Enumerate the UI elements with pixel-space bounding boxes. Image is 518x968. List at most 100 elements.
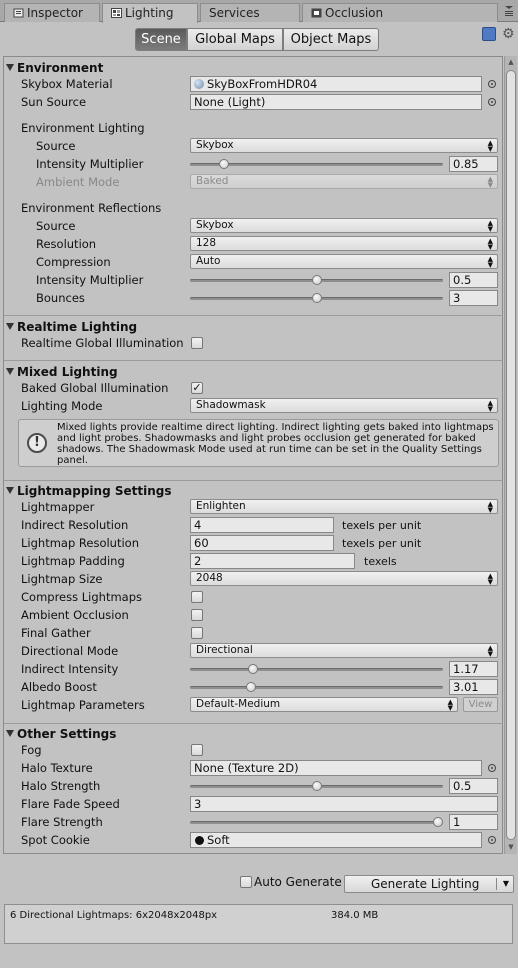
albedo-boost-slider-track[interactable]	[190, 686, 443, 689]
ambient-mode-dropdown: Baked ▲ ▼	[190, 174, 498, 189]
env-source-dropdown[interactable]: Skybox ▲ ▼	[190, 138, 498, 153]
mixed-lighting-section-header[interactable]: Mixed Lighting	[6, 365, 118, 379]
lightmap-parameters-dropdown[interactable]: Default-Medium ▲ ▼	[190, 697, 458, 712]
lighting-mode-dropdown[interactable]: Shadowmask ▲ ▼	[190, 398, 498, 413]
object-picker-icon[interactable]	[488, 80, 496, 88]
refl-intensity-field[interactable]: 0.5	[449, 272, 498, 288]
helpbox-text: Mixed lights provide realtime direct lig…	[57, 422, 494, 466]
refl-source-label: Source	[36, 219, 76, 233]
dropdown-arrows-icon: ▲ ▼	[487, 399, 493, 413]
object-picker-icon[interactable]	[488, 98, 496, 106]
section-divider	[4, 723, 503, 724]
object-picker-icon[interactable]	[488, 836, 496, 844]
tab-services[interactable]: Services	[200, 3, 300, 22]
tab-label: Lighting	[125, 6, 174, 20]
bounces-slider-thumb[interactable]	[311, 293, 322, 303]
foldout-arrow-icon	[6, 368, 14, 375]
flare-strength-label: Flare Strength	[21, 815, 103, 829]
halo-strength-field[interactable]: 0.5	[449, 778, 498, 794]
indirect-resolution-unit: texels per unit	[342, 519, 422, 532]
dropdown-arrows-icon: ▲ ▼	[487, 644, 493, 658]
dropdown-arrows-icon: ▲ ▼	[487, 219, 493, 233]
flare-strength-field[interactable]: 1	[449, 814, 498, 830]
dropdown-arrow-icon[interactable]: ▼	[503, 876, 509, 892]
scene-tab-button[interactable]: Scene	[135, 28, 187, 51]
indirect-intensity-field[interactable]: 1.17	[449, 661, 498, 677]
fog-checkbox[interactable]	[191, 744, 203, 756]
help-book-icon[interactable]	[482, 27, 496, 41]
lighting-mode-label: Lighting Mode	[21, 399, 103, 413]
dropdown-arrows-icon: ▲ ▼	[447, 698, 453, 712]
other-settings-section-header[interactable]: Other Settings	[6, 727, 116, 741]
object-maps-tab-button[interactable]: Object Maps	[283, 28, 379, 51]
menu-icon[interactable]	[504, 5, 514, 17]
tab-label: Services	[209, 6, 260, 20]
foldout-arrow-icon	[6, 64, 14, 71]
lightmap-padding-field[interactable]: 2	[190, 553, 355, 569]
lightmapper-label: Lightmapper	[21, 500, 95, 514]
flare-strength-slider-thumb[interactable]	[433, 817, 443, 827]
bounces-label: Bounces	[36, 291, 85, 305]
refl-intensity-slider-thumb[interactable]	[311, 275, 322, 285]
info-icon	[13, 8, 24, 18]
environment-section-header[interactable]: Environment	[6, 61, 103, 75]
scroll-up-icon[interactable]: ▲	[506, 58, 516, 66]
lightmapping-settings-section-header[interactable]: Lightmapping Settings	[6, 484, 171, 498]
object-picker-icon[interactable]	[488, 764, 496, 772]
lightmap-resolution-field[interactable]: 60	[190, 535, 334, 551]
flare-strength-slider-track[interactable]	[190, 821, 443, 824]
albedo-boost-field[interactable]: 3.01	[449, 679, 498, 695]
auto-generate-checkbox[interactable]	[240, 876, 252, 888]
bounces-field[interactable]: 3	[449, 290, 498, 306]
env-intensity-field[interactable]: 0.85	[449, 156, 498, 172]
scroll-down-icon[interactable]: ▼	[506, 843, 516, 851]
sun-source-field[interactable]: None (Light)	[190, 94, 482, 110]
dropdown-arrows-icon: ▲ ▼	[487, 237, 493, 251]
indirect-resolution-field[interactable]: 4	[190, 517, 334, 533]
env-intensity-label: Intensity Multiplier	[36, 157, 144, 171]
dropdown-arrows-icon: ▲ ▼	[487, 572, 493, 586]
lightmap-parameters-label: Lightmap Parameters	[21, 698, 145, 712]
lightmap-size-dropdown[interactable]: 2048 ▲ ▼	[190, 571, 498, 586]
refl-source-dropdown[interactable]: Skybox ▲ ▼	[190, 218, 498, 233]
global-maps-tab-button[interactable]: Global Maps	[187, 28, 283, 51]
env-source-label: Source	[36, 139, 76, 153]
dropdown-arrows-icon: ▲ ▼	[487, 175, 493, 189]
foldout-arrow-icon	[6, 487, 14, 494]
spot-cookie-field[interactable]: Soft	[190, 832, 482, 848]
realtime-lighting-section-header[interactable]: Realtime Lighting	[6, 320, 137, 334]
final-gather-checkbox[interactable]	[191, 627, 203, 639]
halo-texture-field[interactable]: None (Texture 2D)	[190, 760, 482, 776]
tab-lighting[interactable]: Lighting	[102, 3, 198, 23]
refl-resolution-dropdown[interactable]: 128 ▲ ▼	[190, 236, 498, 251]
directional-mode-dropdown[interactable]: Directional ▲ ▼	[190, 643, 498, 658]
baked-gi-checkbox[interactable]: ✓	[191, 382, 203, 394]
flare-fade-speed-field[interactable]: 3	[190, 796, 498, 812]
lightmaps-size-text: 384.0 MB	[331, 910, 379, 921]
view-parameters-button[interactable]: View	[463, 697, 498, 712]
indirect-intensity-slider-track[interactable]	[190, 668, 443, 671]
ambient-occlusion-label: Ambient Occlusion	[21, 608, 129, 622]
dropdown-arrows-icon: ▲ ▼	[487, 255, 493, 269]
skybox-material-field[interactable]: SkyBoxFromHDR04	[190, 76, 482, 92]
gear-icon[interactable]: ⚙	[502, 26, 515, 42]
tab-inspector[interactable]: Inspector	[4, 3, 100, 22]
material-sphere-icon	[194, 79, 204, 89]
section-divider	[4, 360, 503, 361]
generate-lighting-button[interactable]: Generate Lighting ▼	[344, 875, 514, 893]
halo-texture-label: Halo Texture	[21, 761, 93, 775]
halo-strength-slider-thumb[interactable]	[311, 781, 322, 791]
auto-generate-label: Auto Generate	[254, 875, 342, 889]
lightmapper-dropdown[interactable]: Enlighten ▲ ▼	[190, 499, 498, 514]
albedo-boost-slider-thumb[interactable]	[245, 682, 256, 692]
tab-occlusion[interactable]: Occlusion	[302, 3, 498, 22]
ambient-occlusion-checkbox[interactable]	[191, 609, 203, 621]
refl-compression-dropdown[interactable]: Auto ▲ ▼	[190, 254, 498, 269]
info-helpbox: ! Mixed lights provide realtime direct l…	[18, 419, 499, 467]
fog-label: Fog	[21, 743, 42, 757]
dropdown-arrows-icon: ▲ ▼	[487, 500, 493, 514]
compress-lightmaps-checkbox[interactable]	[191, 591, 203, 603]
scrollbar-thumb[interactable]	[506, 70, 516, 840]
skybox-material-label: Skybox Material	[21, 77, 113, 91]
realtime-gi-checkbox[interactable]	[191, 337, 203, 349]
